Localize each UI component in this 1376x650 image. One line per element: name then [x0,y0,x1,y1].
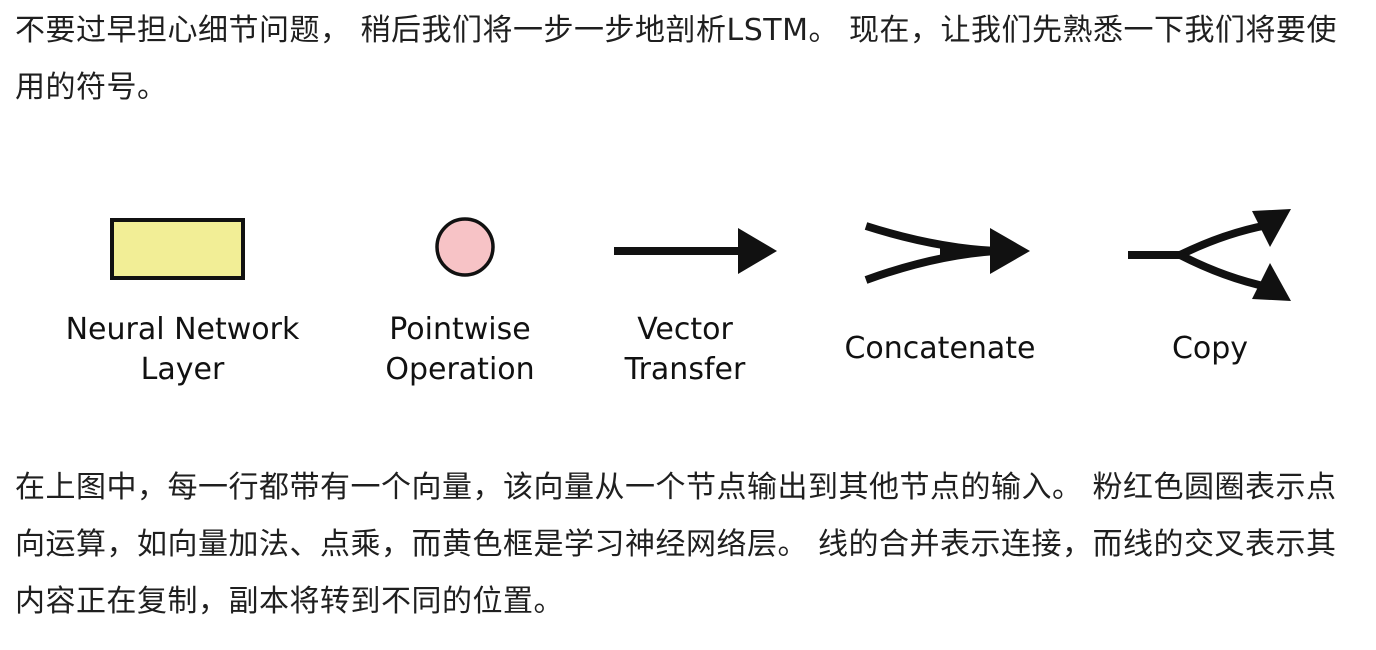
pointwise-operation-icon [435,217,495,277]
copy-label: Copy [1171,331,1249,366]
copy-split-arrow-icon [1128,209,1291,301]
explanation-paragraph: 在上图中，每一行都带有一个向量，该向量从一个节点输出到其他节点的输入。 粉红色圆… [15,470,1337,619]
vector-transfer-label: Vector Transfer [624,312,746,387]
neural-network-layer-icon [110,218,245,280]
neural-network-layer-label: Neural Network Layer [65,312,300,387]
pointwise-operation-label: Pointwise Operation [385,312,535,387]
lstm-notation-legend: Neural Network Layer Pointwise Operation… [0,195,1376,405]
intro-paragraph: 不要过早担心细节问题， 稍后我们将一步一步地剖析LSTM。 现在，让我们先熟悉一… [15,13,1338,105]
vector-transfer-arrow-icon [614,228,777,274]
concatenate-label: Concatenate [844,331,1036,366]
concatenate-arrow-icon [864,222,1030,284]
